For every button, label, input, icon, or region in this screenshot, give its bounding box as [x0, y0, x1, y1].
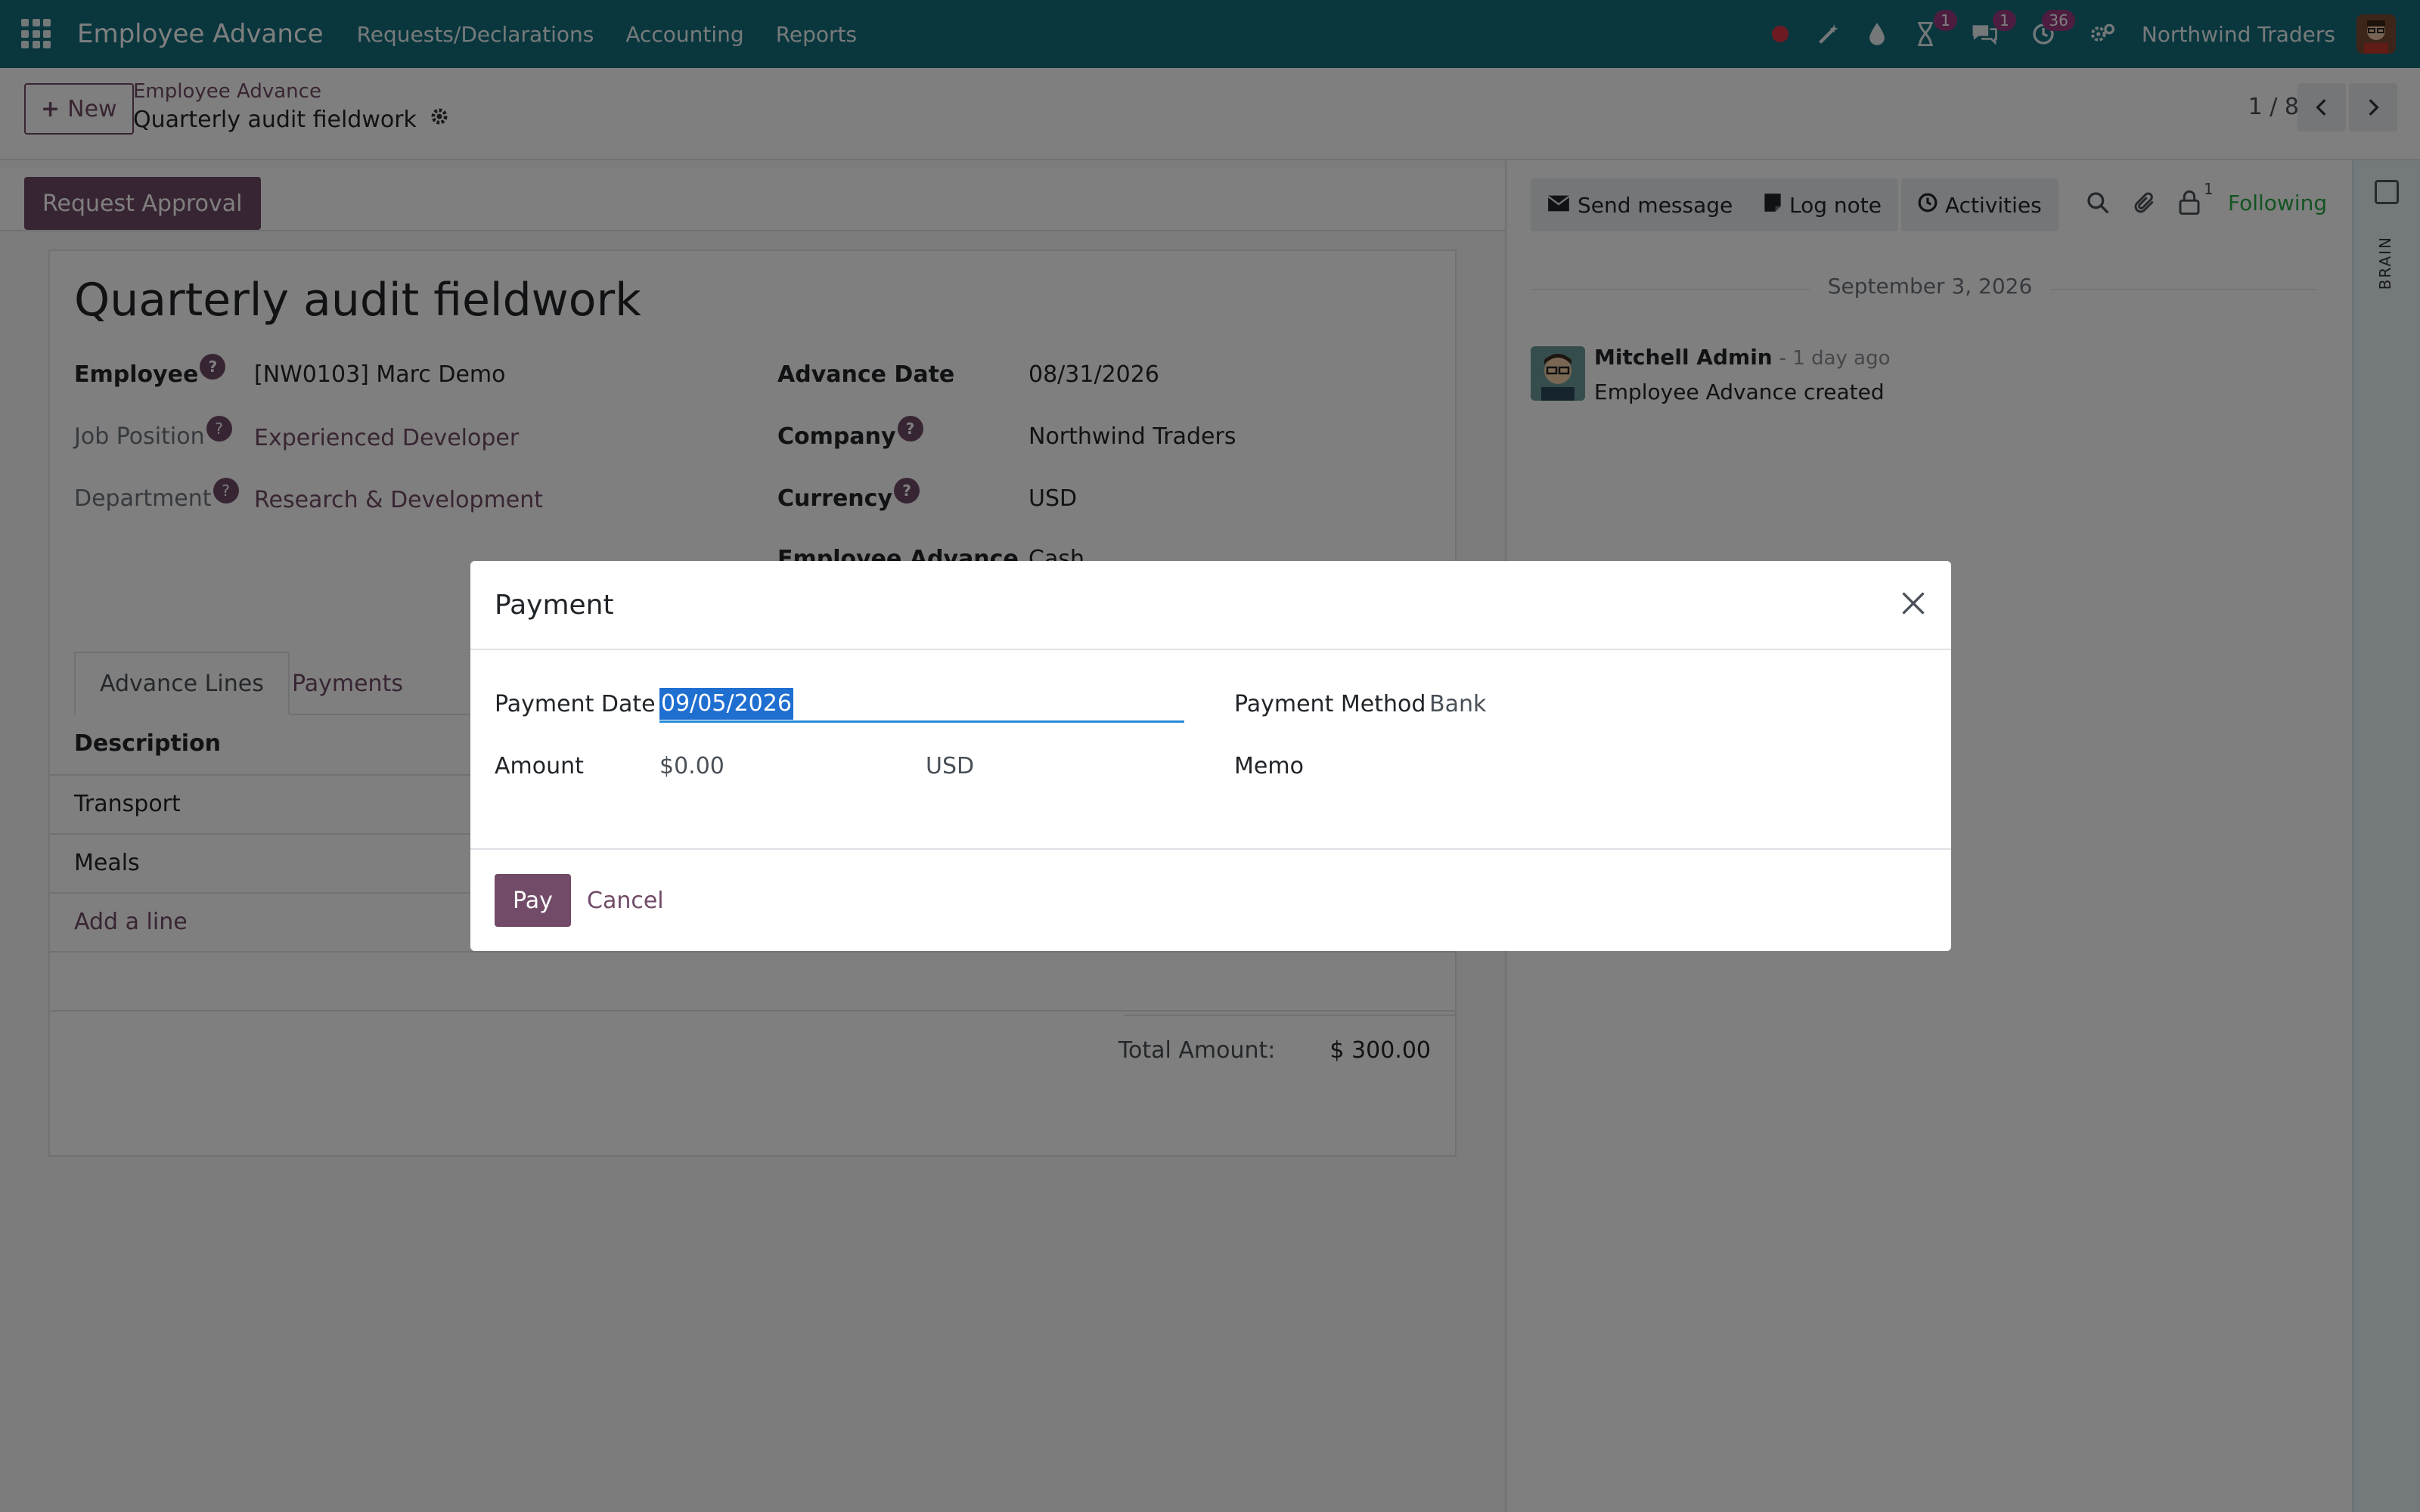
- memo-input[interactable]: [1429, 753, 1898, 783]
- dialog-footer: Pay Cancel: [470, 848, 1951, 951]
- payment-dialog: Payment Payment Date 09/05/2026 Amount $…: [470, 561, 1951, 951]
- payment-date-value: 09/05/2026: [659, 688, 793, 720]
- amount-label: Amount: [495, 753, 584, 779]
- payment-method-select[interactable]: Bank: [1429, 691, 1486, 717]
- dialog-title: Payment: [495, 590, 614, 621]
- amount-currency[interactable]: USD: [926, 753, 974, 779]
- cancel-button[interactable]: Cancel: [587, 888, 664, 914]
- memo-label: Memo: [1234, 753, 1304, 779]
- amount-input[interactable]: $0.00: [659, 753, 724, 779]
- pay-button[interactable]: Pay: [495, 874, 571, 927]
- payment-method-label: Payment Method: [1234, 691, 1426, 717]
- close-icon[interactable]: [1900, 588, 1927, 621]
- payment-date-label: Payment Date: [495, 691, 656, 717]
- payment-date-input[interactable]: 09/05/2026: [659, 688, 1184, 723]
- dialog-header: Payment: [470, 561, 1951, 650]
